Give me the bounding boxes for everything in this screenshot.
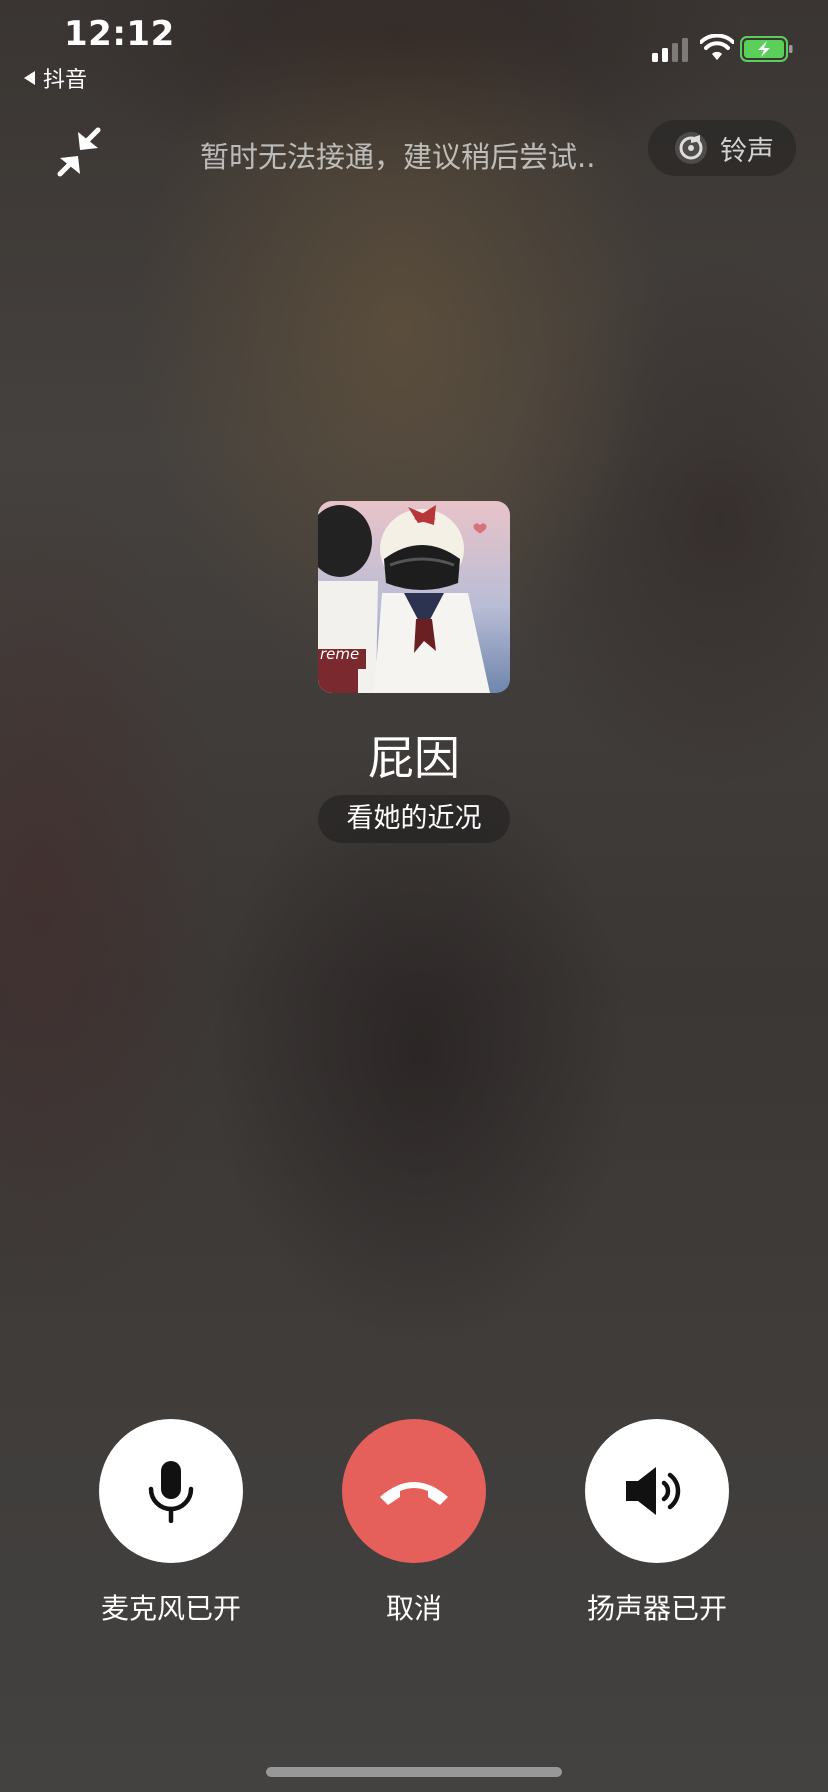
mic-label: 麦克风已开 — [100, 1592, 241, 1625]
home-indicator[interactable] — [266, 1767, 562, 1777]
microphone-icon — [148, 1461, 194, 1523]
ringtone-icon — [675, 132, 707, 164]
callee-avatar: reme — [318, 501, 510, 693]
ringtone-label: 铃声 — [720, 135, 774, 167]
speaker-icon — [626, 1467, 681, 1515]
hang-up-icon — [380, 1482, 448, 1505]
battery-charging-icon — [740, 36, 793, 62]
callee-name: 屁因 — [368, 731, 460, 785]
speaker-button[interactable] — [585, 1419, 729, 1563]
hangup-button[interactable] — [342, 1419, 486, 1563]
hangup-label: 取消 — [385, 1592, 442, 1625]
back-app-label: 抖音 — [43, 68, 88, 93]
avatar-text: reme — [320, 645, 359, 663]
mic-control: 麦克风已开 — [99, 1419, 243, 1627]
speaker-label: 扬声器已开 — [586, 1592, 727, 1625]
ringtone-button[interactable]: 铃声 — [648, 120, 796, 176]
back-triangle-icon — [24, 71, 35, 85]
call-hint-text: 暂时无法接通，建议稍后尝试.. — [200, 140, 596, 174]
wifi-icon — [700, 34, 734, 60]
speaker-control: 扬声器已开 — [585, 1419, 729, 1627]
status-time: 12:12 — [64, 14, 175, 54]
collapse-arrows-icon[interactable] — [52, 126, 106, 180]
back-to-app-button[interactable]: 抖音 — [24, 62, 87, 94]
view-recent-button[interactable]: 看她的近况 — [318, 795, 510, 843]
signal-icon — [652, 38, 688, 62]
hangup-control: 取消 — [342, 1419, 486, 1627]
status-bar: 12:12 抖音 — [0, 0, 828, 100]
mic-button[interactable] — [99, 1419, 243, 1563]
